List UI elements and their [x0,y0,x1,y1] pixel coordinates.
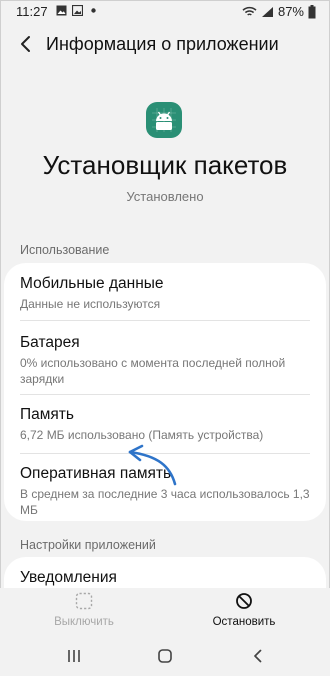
list-item-memory[interactable]: Память 6,72 МБ использовано (Память устр… [20,406,310,443]
signal-icon [261,6,273,17]
android-icon [152,108,176,132]
list-item-subtitle: Данные не используются [20,297,161,311]
list-item-title: Уведомления [20,569,117,586]
battery-icon [308,4,316,18]
battery-level: 87% [277,4,304,19]
back-nav-icon[interactable] [250,648,266,664]
section-label-app-settings: Настройки приложений [20,538,156,552]
section-label-usage: Использование [20,243,110,257]
status-bar: 11:27 87% [0,0,330,24]
divider [20,320,310,321]
stop-icon [236,593,252,609]
list-item-subtitle: 6,72 МБ использовано (Память устройства) [20,428,264,442]
list-item-title: Батарея [20,334,80,351]
wifi-icon [242,6,257,16]
list-item-title: Мобильные данные [20,275,164,292]
stop-label: Остановить [212,616,276,628]
app-icon [146,102,182,138]
list-item-mobile-data[interactable]: Мобильные данные Данные не используются [20,275,310,312]
status-time: 11:27 [16,4,48,19]
list-item-title: Память [20,406,74,423]
recent-apps-icon[interactable] [66,648,82,664]
home-icon[interactable] [157,648,173,664]
app-name: Установщик пакетов [42,150,288,180]
disable-button[interactable]: Выключить [24,592,144,628]
list-item-notifications[interactable]: Уведомления [20,569,310,590]
annotation-arrow-icon [128,444,177,486]
divider [20,394,310,395]
navigation-bar [0,636,330,676]
dot-icon [91,8,96,13]
disable-label: Выключить [54,616,114,628]
back-arrow-icon[interactable] [14,32,38,56]
photo-icon [72,5,83,16]
list-item-battery[interactable]: Батарея 0% использовано с момента послед… [20,334,310,387]
stop-button[interactable]: Остановить [184,592,304,628]
bottom-action-bar: Выключить Остановить [0,588,330,636]
app-header: Информация о приложении [0,24,330,68]
install-status: Установлено [126,189,204,204]
list-item-subtitle: 0% использовано с момента последней полн… [20,356,286,386]
gallery-icon [56,5,67,16]
page-title: Информация о приложении [46,34,279,54]
disable-icon [75,592,93,610]
list-item-subtitle: В среднем за последние 3 часа использова… [20,487,310,517]
